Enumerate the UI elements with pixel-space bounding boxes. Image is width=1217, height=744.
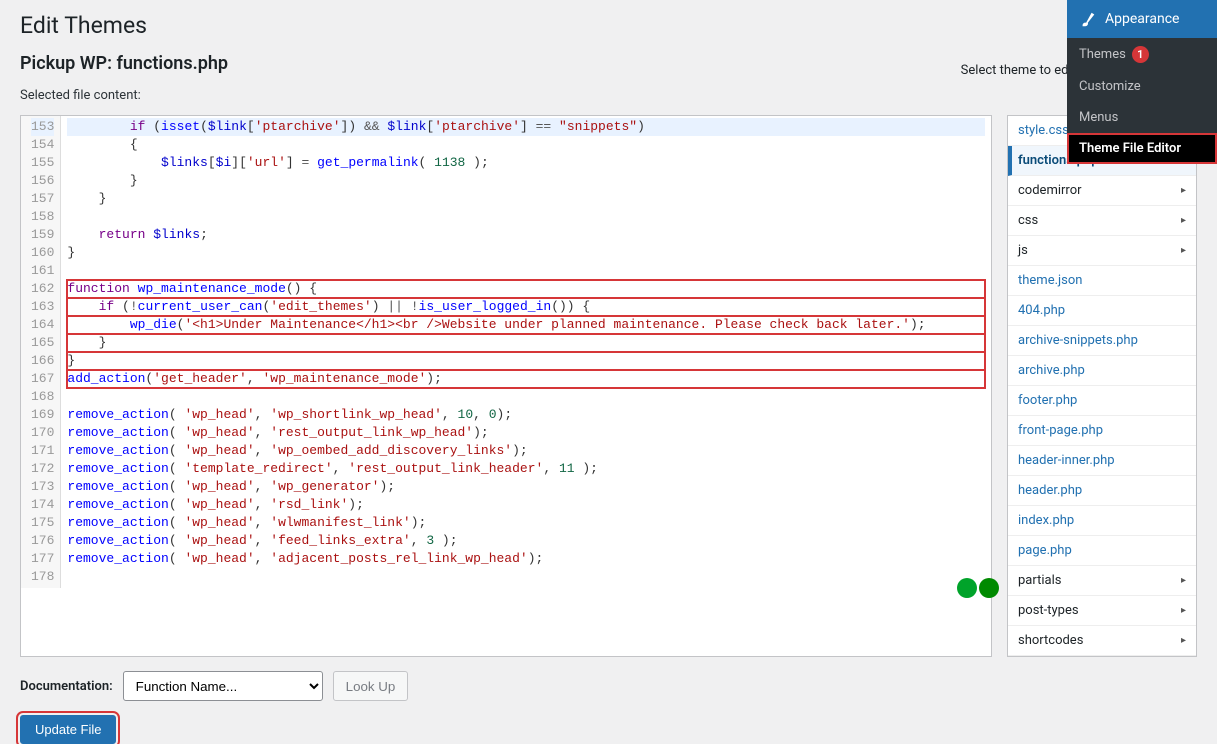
update-file-button[interactable]: Update File bbox=[20, 715, 116, 744]
file-item[interactable]: header.php bbox=[1008, 476, 1196, 506]
code-line[interactable]: remove_action( 'wp_head', 'feed_links_ex… bbox=[67, 532, 985, 550]
line-number: 164 bbox=[31, 316, 54, 334]
code-line[interactable]: remove_action( 'wp_head', 'rsd_link'); bbox=[67, 496, 985, 514]
line-number: 172 bbox=[31, 460, 54, 478]
lookup-button[interactable]: Look Up bbox=[333, 671, 409, 701]
line-number: 153 bbox=[31, 118, 54, 136]
line-number: 168 bbox=[31, 388, 54, 406]
code-line[interactable]: } bbox=[67, 244, 985, 262]
line-number: 166 bbox=[31, 352, 54, 370]
folder-item[interactable]: shortcodes▸ bbox=[1008, 626, 1196, 656]
brush-icon bbox=[1079, 10, 1097, 28]
file-item[interactable]: page.php bbox=[1008, 536, 1196, 566]
chevron-right-icon: ▸ bbox=[1181, 215, 1186, 226]
line-number: 161 bbox=[31, 262, 54, 280]
folder-item[interactable]: partials▸ bbox=[1008, 566, 1196, 596]
file-item[interactable]: 404.php bbox=[1008, 296, 1196, 326]
appearance-menu-header[interactable]: Appearance bbox=[1067, 0, 1217, 38]
code-editor[interactable]: 1531541551561571581591601611621631641651… bbox=[20, 115, 992, 657]
code-line[interactable]: } bbox=[67, 190, 985, 208]
code-line[interactable]: function wp_maintenance_mode() { bbox=[67, 280, 985, 298]
code-line[interactable]: remove_action( 'wp_head', 'rest_output_l… bbox=[67, 424, 985, 442]
documentation-label: Documentation: bbox=[20, 679, 113, 694]
theme-file-tree: style.cssfunctions.phpcodemirror▸css▸js▸… bbox=[1007, 115, 1197, 657]
code-line[interactable]: } bbox=[67, 352, 985, 370]
code-line[interactable] bbox=[67, 388, 985, 406]
line-number: 178 bbox=[31, 568, 54, 586]
chevron-right-icon: ▸ bbox=[1181, 185, 1186, 196]
code-line[interactable]: } bbox=[67, 334, 985, 352]
code-line[interactable]: remove_action( 'wp_head', 'wp_oembed_add… bbox=[67, 442, 985, 460]
file-item[interactable]: archive-snippets.php bbox=[1008, 326, 1196, 356]
line-number: 162 bbox=[31, 280, 54, 298]
admin-sidebar-appearance: Appearance Themes1CustomizeMenusTheme Fi… bbox=[1067, 0, 1217, 164]
line-number: 170 bbox=[31, 424, 54, 442]
code-line[interactable] bbox=[67, 262, 985, 280]
submenu-item[interactable]: Themes1 bbox=[1067, 38, 1217, 71]
line-number: 159 bbox=[31, 226, 54, 244]
code-line[interactable]: } bbox=[67, 172, 985, 190]
line-number: 169 bbox=[31, 406, 54, 424]
file-item[interactable]: footer.php bbox=[1008, 386, 1196, 416]
line-number: 160 bbox=[31, 244, 54, 262]
line-number: 176 bbox=[31, 532, 54, 550]
submenu-item[interactable]: Menus bbox=[1067, 102, 1217, 133]
code-line[interactable]: return $links; bbox=[67, 226, 985, 244]
code-line[interactable]: if (!current_user_can('edit_themes') || … bbox=[67, 298, 985, 316]
submenu-item[interactable]: Customize bbox=[1067, 71, 1217, 102]
code-line[interactable]: remove_action( 'wp_head', 'adjacent_post… bbox=[67, 550, 985, 568]
update-badge: 1 bbox=[1132, 46, 1149, 63]
theme-select-label: Select theme to edit: bbox=[961, 63, 1079, 78]
code-line[interactable]: remove_action( 'wp_head', 'wp_generator'… bbox=[67, 478, 985, 496]
code-line[interactable]: $links[$i]['url'] = get_permalink( 1138 … bbox=[67, 154, 985, 172]
chevron-right-icon: ▸ bbox=[1181, 635, 1186, 646]
file-item[interactable]: archive.php bbox=[1008, 356, 1196, 386]
selected-file-label: Selected file content: bbox=[20, 82, 1197, 111]
folder-item[interactable]: codemirror▸ bbox=[1008, 176, 1196, 206]
code-line[interactable] bbox=[67, 208, 985, 226]
folder-item[interactable]: post-types▸ bbox=[1008, 596, 1196, 626]
page-title: Edit Themes bbox=[20, 0, 1197, 43]
line-number: 154 bbox=[31, 136, 54, 154]
line-number: 165 bbox=[31, 334, 54, 352]
line-number: 155 bbox=[31, 154, 54, 172]
code-line[interactable]: wp_die('<h1>Under Maintenance</h1><br />… bbox=[67, 316, 985, 334]
code-line[interactable]: remove_action( 'template_redirect', 'res… bbox=[67, 460, 985, 478]
code-line[interactable] bbox=[67, 568, 985, 586]
code-line[interactable]: add_action('get_header', 'wp_maintenance… bbox=[67, 370, 985, 388]
file-item[interactable]: theme.json bbox=[1008, 266, 1196, 296]
line-number: 167 bbox=[31, 370, 54, 388]
chevron-right-icon: ▸ bbox=[1181, 605, 1186, 616]
line-number: 156 bbox=[31, 172, 54, 190]
folder-item[interactable]: js▸ bbox=[1008, 236, 1196, 266]
line-number: 157 bbox=[31, 190, 54, 208]
hint-bubbles bbox=[957, 578, 999, 598]
code-line[interactable]: remove_action( 'wp_head', 'wlwmanifest_l… bbox=[67, 514, 985, 532]
line-number: 171 bbox=[31, 442, 54, 460]
folder-item[interactable]: css▸ bbox=[1008, 206, 1196, 236]
file-item[interactable]: index.php bbox=[1008, 506, 1196, 536]
file-item[interactable]: front-page.php bbox=[1008, 416, 1196, 446]
line-number: 163 bbox=[31, 298, 54, 316]
submenu-item[interactable]: Theme File Editor bbox=[1067, 133, 1217, 164]
line-number: 175 bbox=[31, 514, 54, 532]
code-line[interactable]: if (isset($link['ptarchive']) && $link['… bbox=[67, 118, 985, 136]
line-number: 174 bbox=[31, 496, 54, 514]
code-line[interactable]: { bbox=[67, 136, 985, 154]
function-name-select[interactable]: Function Name... bbox=[123, 671, 323, 701]
chevron-right-icon: ▸ bbox=[1181, 575, 1186, 586]
chevron-right-icon: ▸ bbox=[1181, 245, 1186, 256]
line-number: 173 bbox=[31, 478, 54, 496]
line-number: 158 bbox=[31, 208, 54, 226]
code-line[interactable]: remove_action( 'wp_head', 'wp_shortlink_… bbox=[67, 406, 985, 424]
line-number: 177 bbox=[31, 550, 54, 568]
file-item[interactable]: header-inner.php bbox=[1008, 446, 1196, 476]
